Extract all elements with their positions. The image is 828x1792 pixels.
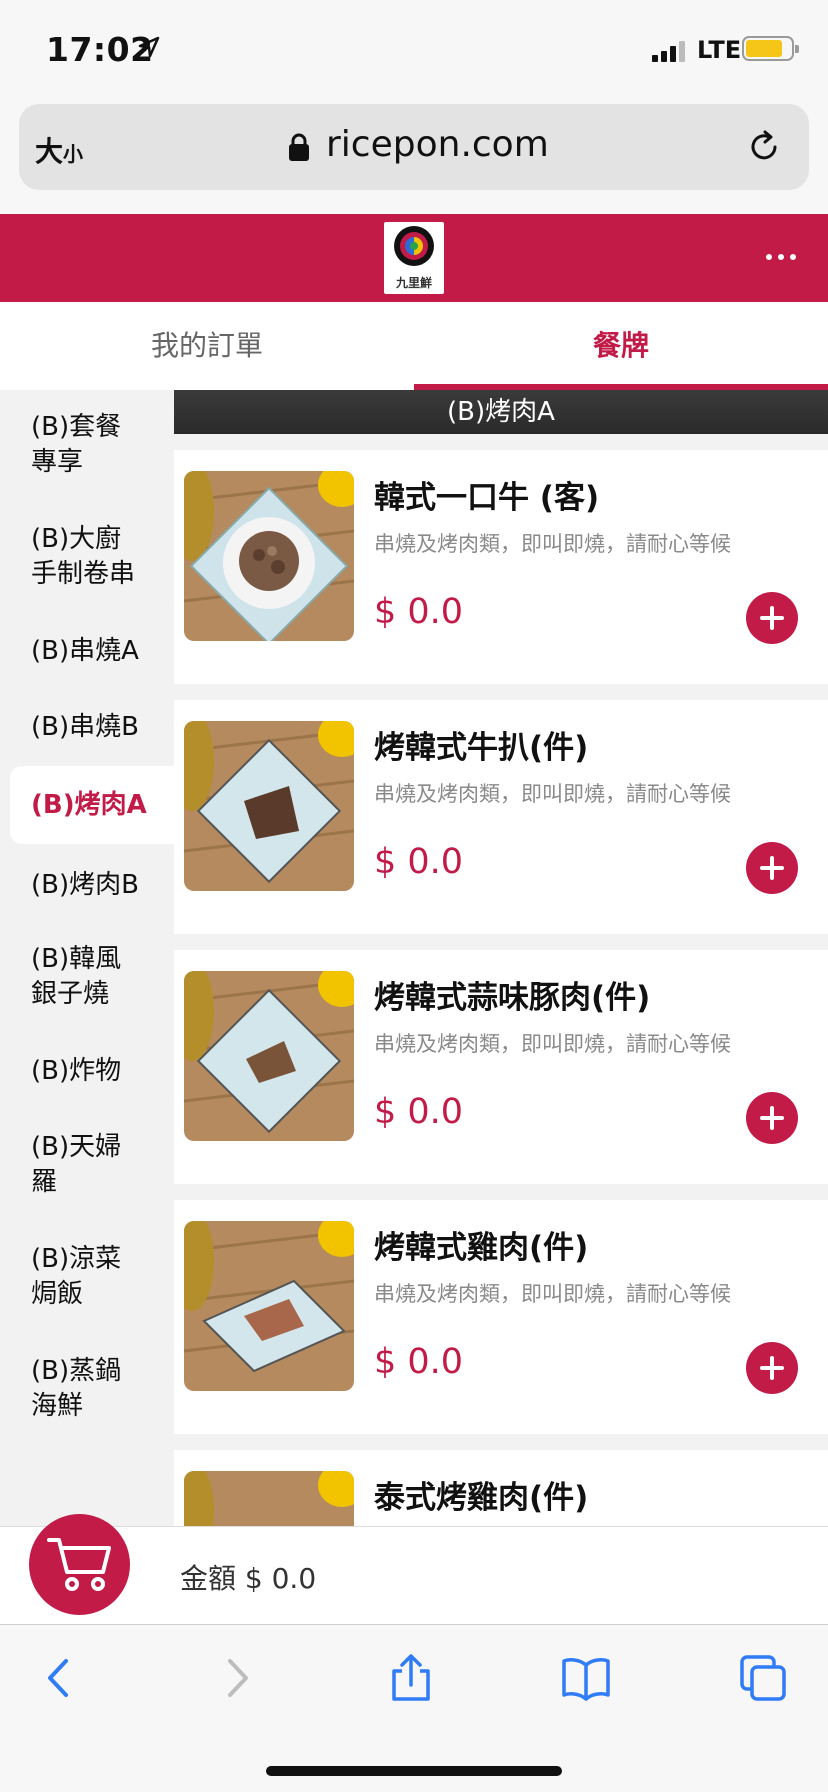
category-steam-seafood[interactable]: (B)蒸鍋 海鮮: [10, 1354, 174, 1424]
app-header: 九里鮮: [0, 214, 828, 302]
category-skewer-a[interactable]: (B)串燒A: [10, 634, 174, 669]
cart-icon: [47, 1538, 111, 1591]
chevron-right-icon[interactable]: [212, 1653, 262, 1703]
reload-icon[interactable]: [745, 128, 783, 166]
item-photo: [184, 1471, 354, 1526]
item-name: 泰式烤雞肉(件): [374, 1480, 589, 1516]
item-photo: [184, 1221, 354, 1391]
logo-text: 九里鮮: [395, 276, 432, 290]
menu-item[interactable]: 韓式一口牛 (客) 串燒及烤肉類，即叫即燒，請耐心等候 $ 0.0: [174, 450, 828, 684]
add-to-cart-button[interactable]: [746, 592, 798, 644]
item-photo: [184, 971, 354, 1141]
address-bar[interactable]: 大小 ricepon.com: [19, 104, 809, 190]
battery-icon: [742, 36, 799, 61]
item-description: 串燒及烤肉類，即叫即燒，請耐心等候: [374, 782, 731, 806]
category-korean-silver[interactable]: (B)韓風 銀子燒: [10, 942, 174, 1012]
menu-item[interactable]: 烤韓式蒜味豚肉(件) 串燒及烤肉類，即叫即燒，請耐心等候 $ 0.0: [174, 950, 828, 1184]
text-size-small: 小: [63, 142, 84, 166]
text-size-large: 大: [35, 135, 64, 168]
category-chef-rolls[interactable]: (B)大廚 手制卷串: [10, 522, 174, 592]
book-icon[interactable]: [561, 1653, 611, 1703]
item-name: 烤韓式雞肉(件): [374, 1230, 589, 1266]
category-set-meal[interactable]: (B)套餐 專享: [10, 410, 174, 480]
home-indicator: [266, 1766, 562, 1776]
category-sidebar: (B)套餐 專享 (B)大廚 手制卷串 (B)串燒A (B)串燒B (B)烤肉A…: [0, 390, 174, 1526]
location-arrow-icon: [138, 36, 160, 58]
menu-list: (B)烤肉A 韓式一口牛 (客) 串燒及烤肉類，即叫即燒，請耐心等候 $ 0.0: [174, 390, 828, 1526]
category-grill-b[interactable]: (B)烤肉B: [10, 868, 174, 903]
add-to-cart-button[interactable]: [746, 1092, 798, 1144]
logo-mark: [394, 226, 434, 266]
item-photo: [184, 471, 354, 641]
menu-item[interactable]: 烤韓式雞肉(件) 串燒及烤肉類，即叫即燒，請耐心等候 $ 0.0: [174, 1200, 828, 1434]
item-name: 烤韓式蒜味豚肉(件): [374, 980, 651, 1016]
add-to-cart-button[interactable]: [746, 842, 798, 894]
category-grill-a[interactable]: (B)烤肉A: [10, 766, 174, 844]
cart-button[interactable]: [29, 1514, 130, 1615]
text-size-button[interactable]: 大小: [35, 130, 83, 170]
category-tempura[interactable]: (B)天婦 羅: [10, 1130, 174, 1200]
chevron-left-icon[interactable]: [34, 1653, 84, 1703]
item-description: 串燒及烤肉類，即叫即燒，請耐心等候: [374, 532, 731, 556]
signal-icon: [652, 41, 685, 62]
network-label: LTE: [697, 36, 742, 64]
menu-item[interactable]: 烤韓式牛扒(件) 串燒及烤肉類，即叫即燒，請耐心等候 $ 0.0: [174, 700, 828, 934]
cart-amount: 金額 $ 0.0: [180, 1562, 317, 1595]
status-bar: 17:02 LTE: [0, 0, 828, 98]
more-dots-icon[interactable]: [764, 250, 798, 264]
item-description: 串燒及烤肉類，即叫即燒，請耐心等候: [374, 1282, 731, 1306]
url-text[interactable]: ricepon.com: [326, 124, 549, 165]
tab-bar: 我的訂單 餐牌: [0, 302, 828, 390]
category-fried[interactable]: (B)炸物: [10, 1054, 174, 1089]
item-name: 韓式一口牛 (客): [374, 480, 600, 516]
category-cold-dish-rice[interactable]: (B)涼菜 焗飯: [10, 1242, 174, 1312]
tab-my-orders[interactable]: 我的訂單: [0, 302, 414, 390]
item-price: $ 0.0: [374, 1342, 464, 1382]
brand-logo[interactable]: 九里鮮: [384, 222, 444, 294]
tabs-icon[interactable]: [738, 1653, 788, 1703]
item-price: $ 0.0: [374, 592, 464, 632]
tab-menu[interactable]: 餐牌: [414, 302, 828, 390]
item-price: $ 0.0: [374, 1092, 464, 1132]
section-title: (B)烤肉A: [174, 390, 828, 434]
item-price: $ 0.0: [374, 842, 464, 882]
menu-item[interactable]: 泰式烤雞肉(件): [174, 1450, 828, 1526]
item-name: 烤韓式牛扒(件): [374, 730, 589, 766]
share-icon[interactable]: [386, 1653, 436, 1703]
item-description: 串燒及烤肉類，即叫即燒，請耐心等候: [374, 1032, 731, 1056]
lock-icon: [289, 133, 309, 161]
add-to-cart-button[interactable]: [746, 1342, 798, 1394]
category-skewer-b[interactable]: (B)串燒B: [10, 710, 174, 745]
item-photo: [184, 721, 354, 891]
